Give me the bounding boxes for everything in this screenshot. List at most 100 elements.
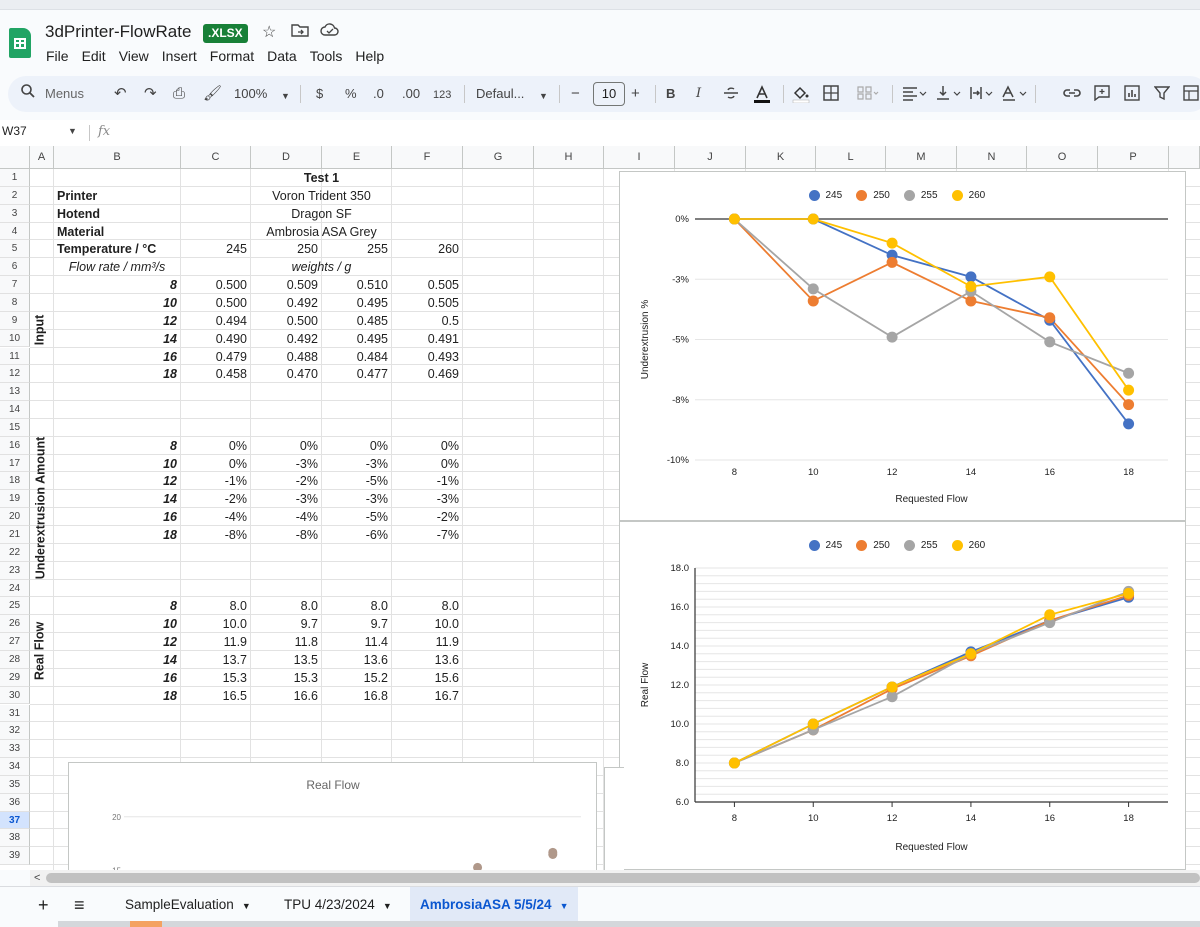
tab-caret-icon[interactable]: ▼ — [242, 901, 251, 911]
insert-link-icon[interactable] — [1063, 85, 1081, 106]
value-cell[interactable]: Dragon SF — [184, 206, 459, 223]
data-point-260[interactable] — [728, 213, 740, 225]
flow-rate-cell[interactable]: 8 — [57, 598, 177, 615]
undo-icon[interactable]: ↶ — [114, 85, 127, 103]
row-header[interactable]: 15 — [0, 418, 30, 437]
weight-cell[interactable]: 0.485 — [325, 313, 388, 330]
flow-rate-cell[interactable]: 18 — [57, 527, 177, 544]
filter-icon[interactable] — [1153, 85, 1171, 106]
row-header[interactable]: 37 — [0, 811, 30, 830]
flow-rate-cell[interactable]: 18 — [57, 688, 177, 705]
real-flow-cell[interactable]: 13.5 — [254, 652, 318, 669]
weight-cell[interactable]: 0.509 — [254, 277, 318, 294]
row-header[interactable]: 27 — [0, 633, 30, 651]
title-cell[interactable]: Test 1 — [184, 170, 459, 187]
row-header[interactable]: 32 — [0, 722, 30, 741]
data-point-260[interactable] — [1123, 587, 1135, 599]
row-header[interactable]: 23 — [0, 561, 30, 580]
all-sheets-button[interactable]: ≡ — [64, 887, 95, 923]
percent-button[interactable]: % — [345, 85, 357, 103]
text-color-icon[interactable] — [752, 85, 772, 110]
series-line-255[interactable] — [733, 218, 1129, 375]
series-line-250[interactable] — [733, 218, 1130, 406]
flow-rate-cell[interactable]: 16 — [57, 509, 177, 526]
sheets-logo[interactable] — [9, 28, 31, 58]
real-flow-cell[interactable]: 15.6 — [395, 670, 459, 687]
column-header[interactable]: N — [957, 146, 1027, 169]
row-header[interactable]: 10 — [0, 329, 30, 348]
search-icon[interactable] — [20, 83, 36, 104]
row-header[interactable]: 7 — [0, 276, 30, 294]
data-point-260[interactable] — [807, 718, 819, 730]
underextrusion-cell[interactable]: -5% — [325, 509, 388, 526]
bold-button[interactable]: B — [666, 85, 675, 103]
real-flow-cell[interactable]: 10.0 — [184, 616, 247, 633]
row-header[interactable]: 9 — [0, 311, 30, 330]
label-cell[interactable]: Printer — [57, 188, 177, 205]
real-flow-cell[interactable]: 15.3 — [254, 670, 318, 687]
sheet-tab-active[interactable]: AmbrosiaASA 5/5/24 ▼ — [410, 887, 579, 923]
data-point-255[interactable] — [1123, 367, 1135, 379]
sheet-tab[interactable]: SampleEvaluation ▼ — [115, 887, 261, 923]
row-header[interactable]: 16 — [0, 436, 30, 455]
fill-color-icon[interactable] — [792, 85, 810, 108]
value-cell[interactable]: Ambrosia ASA Grey — [184, 224, 459, 241]
data-point-260[interactable] — [1044, 271, 1056, 283]
label-cell[interactable]: Material — [57, 224, 177, 241]
weight-cell[interactable]: 0.492 — [254, 331, 318, 348]
decrease-decimal-button[interactable]: .0 — [373, 85, 384, 103]
real-flow-cell[interactable]: 13.7 — [184, 652, 247, 669]
row-header[interactable]: 30 — [0, 686, 30, 705]
data-point-250[interactable] — [1044, 312, 1056, 324]
star-icon[interactable]: ☆ — [262, 22, 276, 44]
underextrusion-cell[interactable]: 0% — [395, 456, 459, 473]
data-point-250[interactable] — [1123, 399, 1135, 411]
row-header[interactable]: 33 — [0, 740, 30, 759]
flow-rate-cell[interactable]: 16 — [57, 670, 177, 687]
column-header[interactable]: J — [675, 146, 746, 169]
italic-button[interactable]: I — [696, 85, 701, 103]
data-point-255[interactable] — [807, 283, 819, 295]
add-sheet-button[interactable]: + — [28, 887, 59, 923]
weight-cell[interactable]: 0.495 — [325, 295, 388, 312]
real-flow-cell[interactable]: 11.9 — [184, 634, 247, 651]
column-header[interactable]: E — [322, 146, 392, 169]
font-caret-icon[interactable]: ▼ — [539, 87, 548, 105]
series-line-260[interactable] — [734, 218, 1130, 391]
menu-edit[interactable]: Edit — [82, 48, 106, 66]
data-point-260[interactable] — [965, 280, 977, 292]
column-header[interactable]: M — [886, 146, 957, 169]
font-size-decrease-icon[interactable]: − — [571, 85, 580, 103]
menu-data[interactable]: Data — [267, 48, 297, 66]
column-header[interactable]: O — [1027, 146, 1098, 169]
data-point-245[interactable] — [965, 271, 977, 283]
underextrusion-cell[interactable]: -2% — [254, 473, 318, 490]
real-flow-cell[interactable]: 15.2 — [325, 670, 388, 687]
row-header[interactable]: 39 — [0, 847, 30, 866]
column-header[interactable]: C — [181, 146, 251, 169]
row-header[interactable]: 8 — [0, 293, 30, 312]
data-point-250[interactable] — [807, 295, 819, 307]
row-header[interactable]: 24 — [0, 579, 30, 598]
data-point-260[interactable] — [965, 648, 977, 660]
real-flow-cell[interactable]: 13.6 — [395, 652, 459, 669]
underextrusion-cell[interactable]: -8% — [254, 527, 318, 544]
insert-chart-icon[interactable] — [1124, 85, 1140, 106]
temperature-cell[interactable]: 250 — [254, 241, 318, 258]
real-flow-cell[interactable]: 10.0 — [395, 616, 459, 633]
underextrusion-cell[interactable]: -6% — [325, 527, 388, 544]
sheet-tab[interactable]: TPU 4/23/2024 ▼ — [274, 887, 402, 923]
data-point-260[interactable] — [1123, 384, 1135, 396]
menu-help[interactable]: Help — [355, 48, 384, 66]
font-select[interactable]: Defaul... — [476, 85, 524, 103]
weight-cell[interactable]: 0.505 — [395, 295, 459, 312]
underextrusion-cell[interactable]: -1% — [395, 473, 459, 490]
chart-edge[interactable] — [604, 767, 624, 870]
tab-caret-icon[interactable]: ▼ — [560, 901, 569, 911]
row-header[interactable]: 35 — [0, 775, 30, 794]
real-flow-cell[interactable]: 11.9 — [395, 634, 459, 651]
row-header[interactable]: 19 — [0, 490, 30, 509]
data-point-250[interactable] — [965, 295, 977, 307]
underextrusion-cell[interactable]: 0% — [254, 438, 318, 455]
flow-rate-cell[interactable]: 10 — [57, 616, 177, 633]
